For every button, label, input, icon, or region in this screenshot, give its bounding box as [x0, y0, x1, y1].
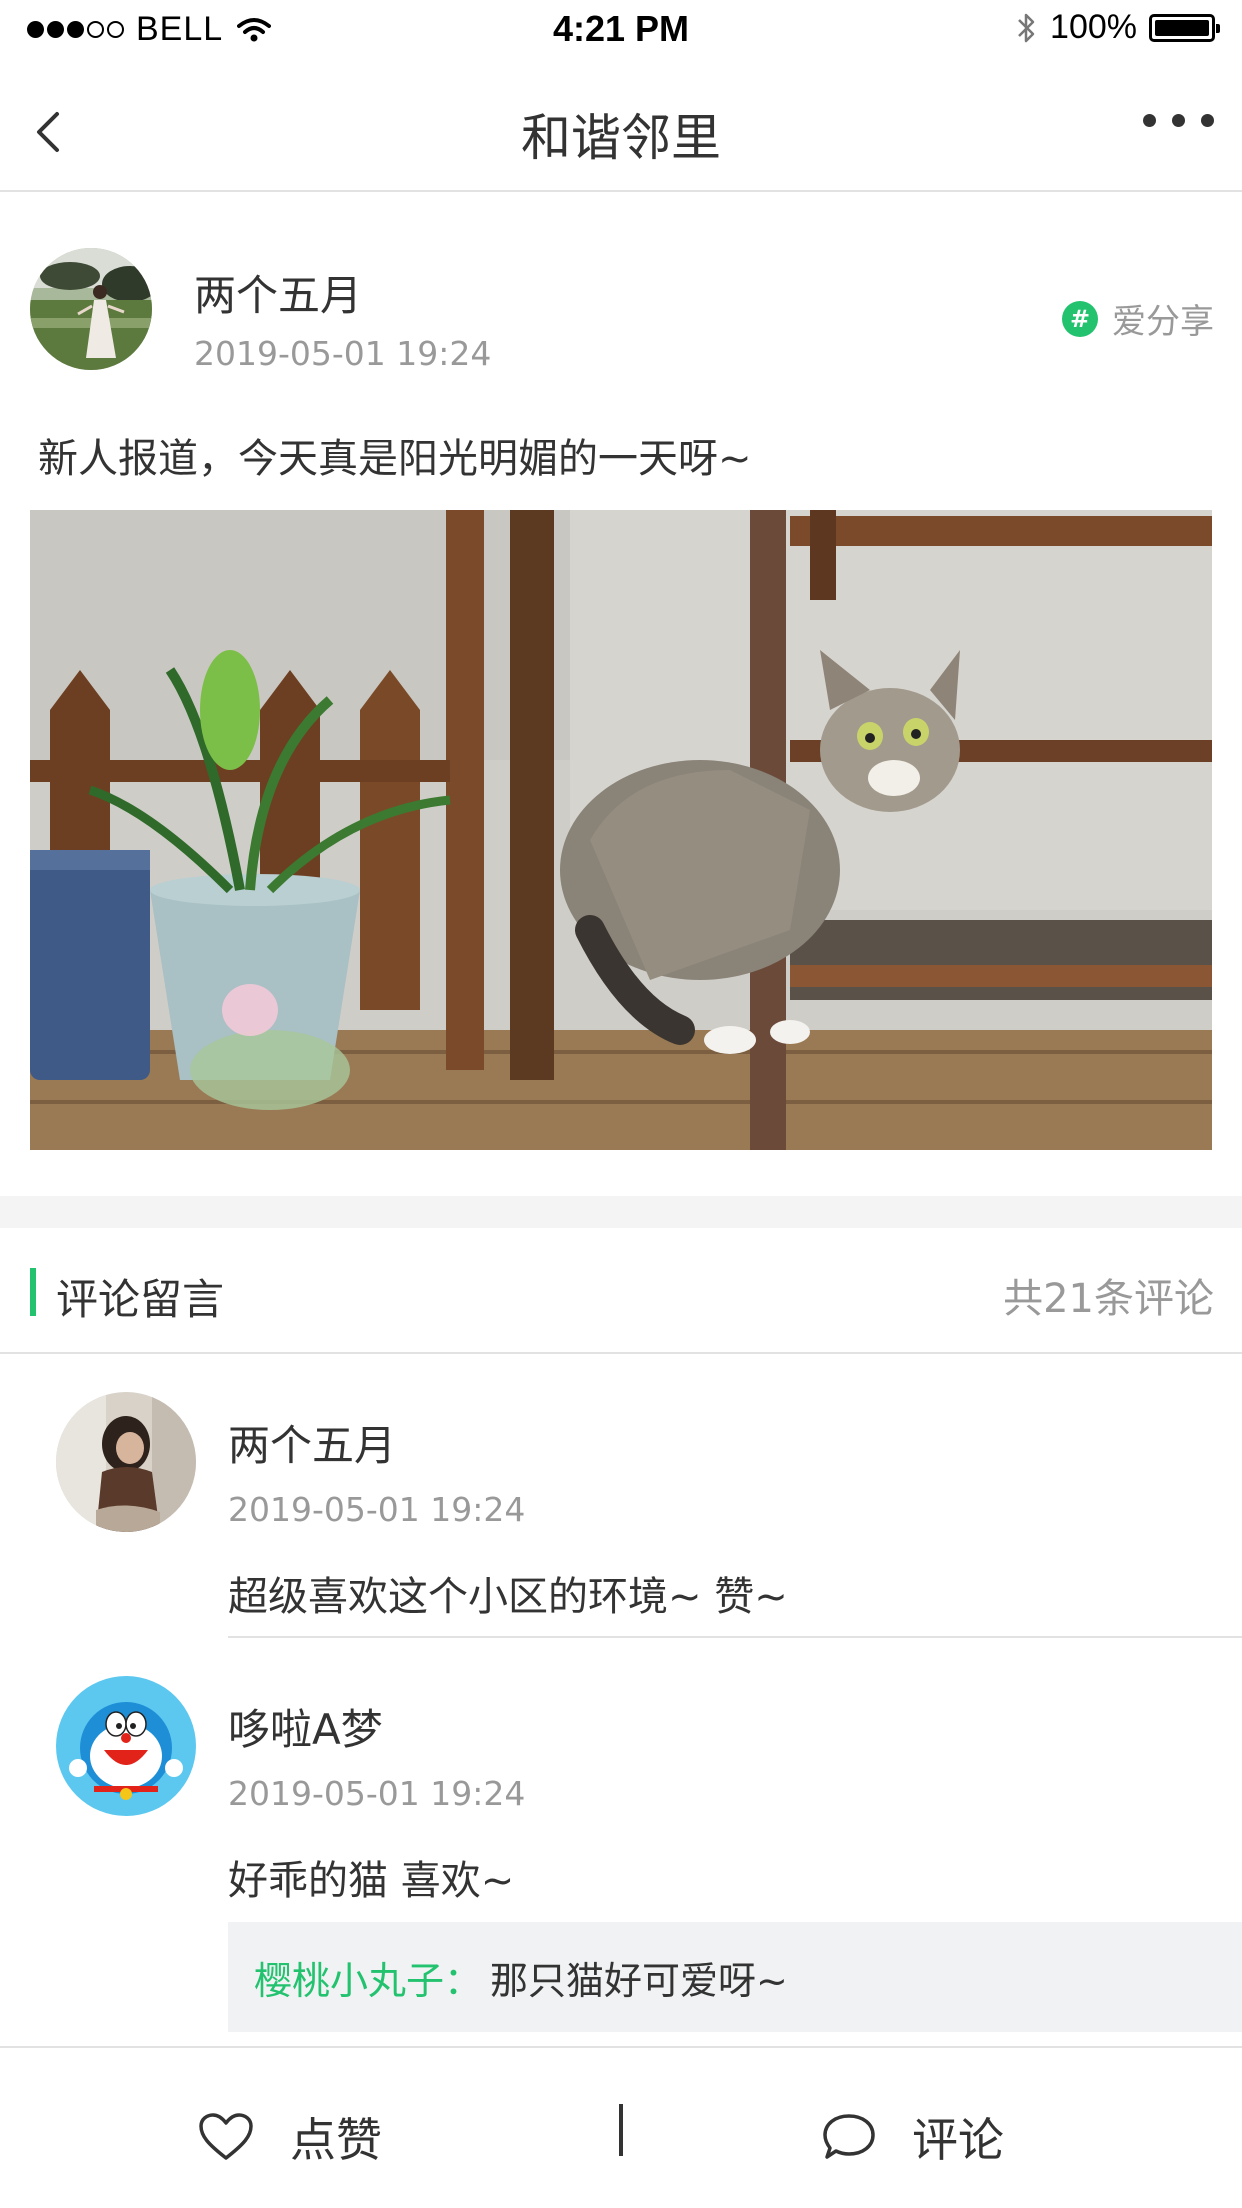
section-accent-bar [30, 1268, 36, 1316]
heart-icon [199, 2113, 253, 2160]
page-title: 和谐邻里 [521, 109, 721, 167]
cat-photo [30, 510, 1212, 1150]
reply-author[interactable]: 樱桃小丸子： [254, 1950, 482, 2005]
comment-author[interactable]: 两个五月 [228, 1412, 396, 1473]
comment-timestamp: 2019-05-01 19:24 [228, 1774, 526, 1813]
bottom-action-bar: 点赞 评论 [0, 2046, 1242, 2208]
comment-avatar[interactable] [56, 1392, 196, 1532]
post-author-name[interactable]: 两个五月 [194, 262, 362, 323]
chat-bubble-icon [823, 2114, 875, 2159]
post-text: 新人报道，今天真是阳光明媚的一天呀~ [38, 436, 752, 482]
topic-tag-label: 爱分享 [1112, 302, 1214, 342]
more-dots-icon [1143, 114, 1156, 127]
more-button[interactable] [1143, 114, 1214, 127]
status-bar: BELL 4:21 PM 100% [0, 0, 1242, 62]
more-dots-icon [1172, 114, 1185, 127]
like-label: 点赞 [290, 2113, 382, 2167]
comment-divider [228, 1636, 1242, 1638]
bluetooth-icon [1018, 13, 1035, 42]
comments-count[interactable]: 共21条评论 [1003, 1266, 1214, 1324]
comment-timestamp: 2019-05-01 19:24 [228, 1490, 526, 1529]
comment-avatar[interactable] [56, 1676, 196, 1816]
nav-bar: 和谐邻里 [0, 62, 1242, 192]
topic-tag[interactable]: # 爱分享 [1062, 294, 1214, 343]
status-right: 100% [1016, 8, 1220, 47]
comment-button[interactable]: 评论 [822, 2104, 1004, 2170]
comments-header: 评论留言 共21条评论 [0, 1228, 1242, 1354]
comments-title: 评论留言 [56, 1275, 225, 1324]
reply-text: 那只猫好可爱呀~ [490, 1958, 788, 2003]
hashtag-icon: # [1062, 300, 1098, 337]
battery-percent: 100% [1050, 8, 1137, 46]
section-divider [0, 1196, 1242, 1228]
post-timestamp: 2019-05-01 19:24 [194, 334, 492, 373]
post-author-avatar[interactable] [30, 248, 152, 370]
comment-text: 超级喜欢这个小区的环境~ 赞~ [228, 1574, 788, 1620]
reply-box[interactable]: 樱桃小丸子： 那只猫好可爱呀~ [228, 1922, 1242, 2032]
like-button[interactable]: 点赞 [198, 2104, 382, 2170]
comment-author[interactable]: 哆啦A梦 [228, 1696, 383, 1757]
post-image[interactable] [30, 510, 1212, 1150]
comment-text: 好乖的猫 喜欢~ [228, 1858, 515, 1904]
battery-icon [1149, 13, 1220, 42]
action-separator [619, 2104, 623, 2156]
comment-label: 评论 [912, 2113, 1004, 2167]
more-dots-icon [1201, 114, 1214, 127]
